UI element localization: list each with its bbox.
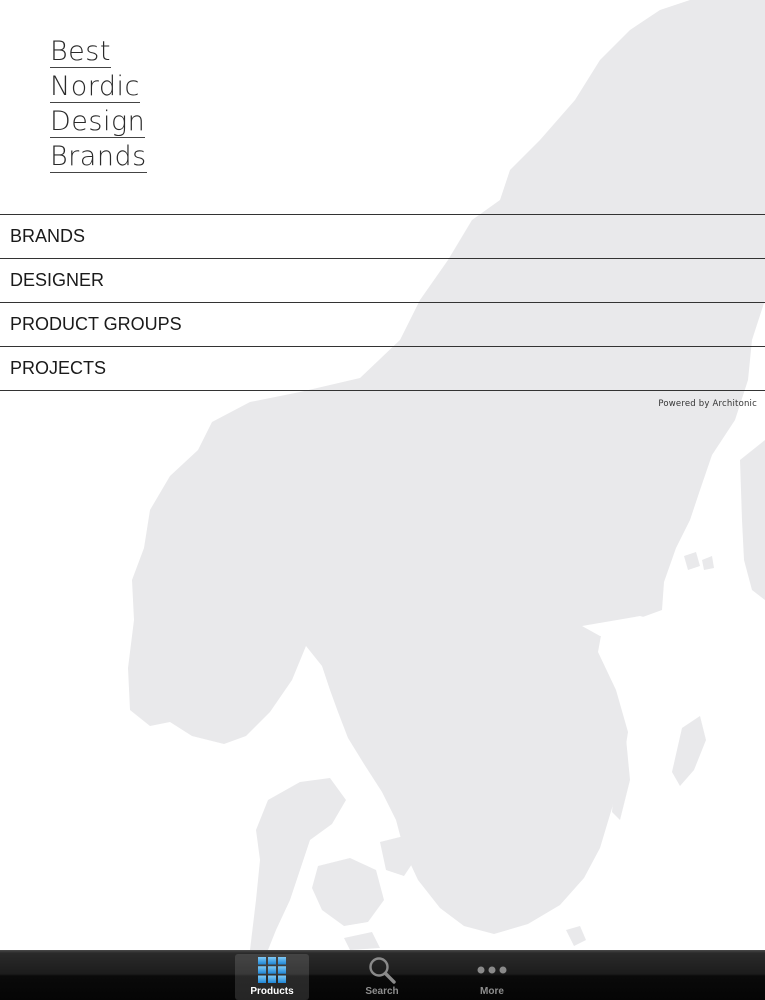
tab-more-label: More xyxy=(480,986,504,997)
powered-by-label: Powered by Architonic xyxy=(658,399,757,409)
search-icon xyxy=(367,956,397,984)
menu-item-product-groups[interactable]: PRODUCT GROUPS xyxy=(0,303,765,347)
logo-line-1: Best xyxy=(50,36,111,68)
menu-item-designer[interactable]: DESIGNER xyxy=(0,259,765,303)
tab-products[interactable]: Products xyxy=(235,954,309,1000)
tab-bar: Products Search More xyxy=(0,950,765,1000)
more-dots-icon xyxy=(477,956,507,984)
logo-line-2: Nordic xyxy=(50,71,140,103)
grid-icon xyxy=(257,956,287,984)
tab-more[interactable]: More xyxy=(455,954,529,1000)
tab-search[interactable]: Search xyxy=(345,954,419,1000)
menu-item-projects[interactable]: PROJECTS xyxy=(0,347,765,391)
app-screen: Best Nordic Design Brands BRANDS DESIGNE… xyxy=(0,0,765,1000)
logo-line-4: Brands xyxy=(50,141,147,173)
brand-logo: Best Nordic Design Brands xyxy=(50,38,147,178)
main-menu: BRANDS DESIGNER PRODUCT GROUPS PROJECTS xyxy=(0,214,765,391)
tab-search-label: Search xyxy=(365,986,399,997)
logo-line-3: Design xyxy=(50,106,146,138)
menu-item-brands[interactable]: BRANDS xyxy=(0,215,765,259)
tab-products-label: Products xyxy=(250,986,294,997)
